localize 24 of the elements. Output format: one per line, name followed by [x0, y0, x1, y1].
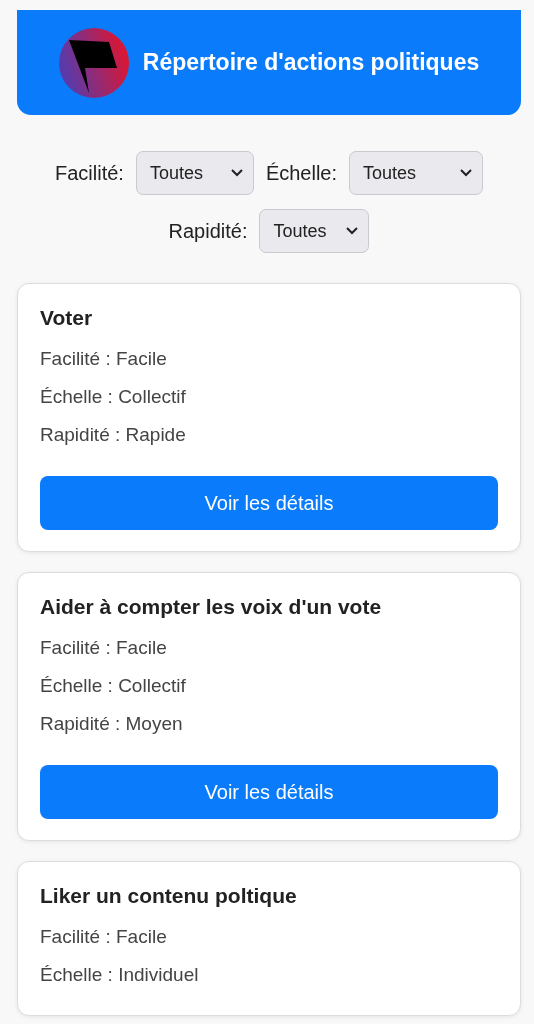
filter-label: Rapidité: [168, 219, 248, 243]
action-detail: Facilité : Facile [40, 636, 168, 660]
flag-logo-icon [58, 27, 129, 98]
action-detail: Rapidité : Rapide [40, 423, 187, 447]
chevron-down-icon [230, 169, 243, 177]
chevron-down-icon [346, 227, 359, 235]
filter-select[interactable]: Toutes [259, 209, 370, 253]
action-detail: Rapidité : Moyen [40, 712, 184, 736]
action-title: Liker un contenu poltique [40, 884, 298, 908]
filter-select[interactable]: Toutes [349, 151, 484, 195]
filter-select[interactable]: Toutes [135, 151, 254, 195]
action-detail: Échelle : Collectif [40, 385, 187, 409]
action-title: Aider à compter les voix d'un vote [40, 595, 383, 619]
action-detail: Échelle : Individuel [40, 963, 200, 987]
chevron-down-icon [460, 169, 473, 177]
details-button[interactable]: Voir les détails [40, 476, 498, 530]
action-detail: Échelle : Collectif [40, 674, 187, 698]
app-title: Répertoire d'actions politiques [142, 49, 480, 76]
action-title: Voter [40, 306, 94, 330]
action-detail: Facilité : Facile [40, 347, 168, 371]
action-detail: Facilité : Facile [40, 925, 168, 949]
filter-label: Échelle: [265, 161, 338, 185]
filter-label: Facilité: [54, 161, 124, 185]
details-button[interactable]: Voir les détails [40, 765, 498, 819]
